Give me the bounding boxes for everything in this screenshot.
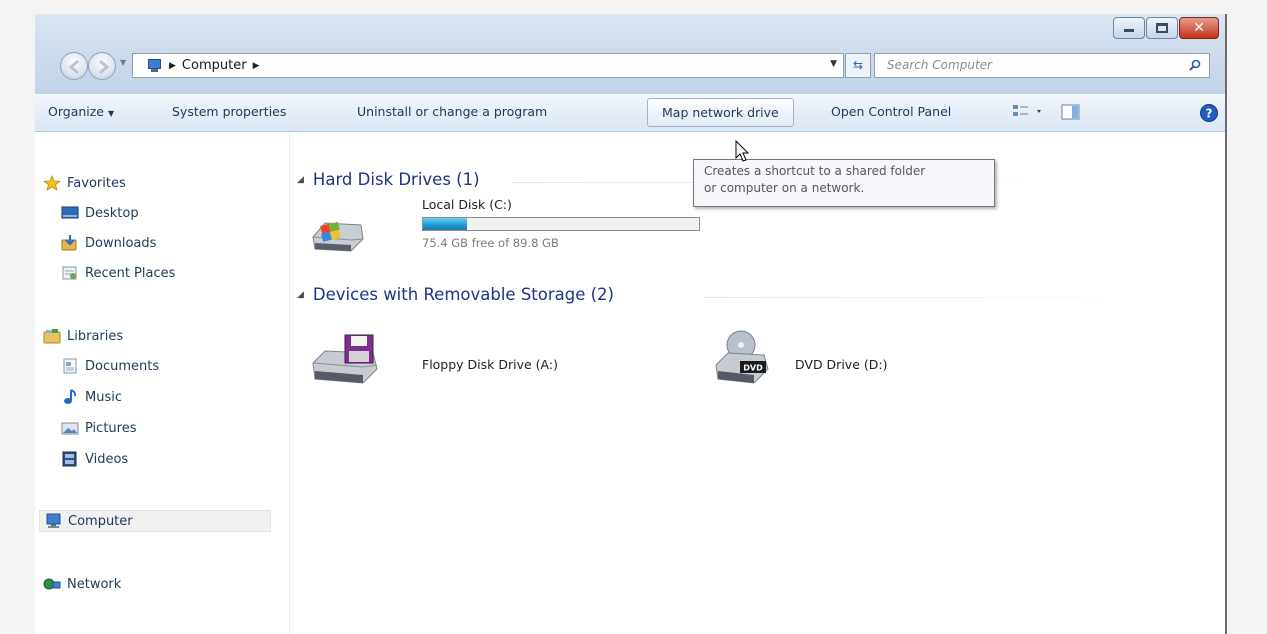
sidebar-label: Libraries <box>67 328 124 344</box>
group-title: Hard Disk Drives (1) <box>312 170 480 189</box>
mouse-cursor-icon <box>735 140 750 162</box>
preview-pane-button[interactable] <box>1061 103 1081 125</box>
close-icon: ✕ <box>1193 20 1205 36</box>
window-edge <box>1225 14 1227 634</box>
dvd-badge: DVD <box>743 364 763 373</box>
dvd-drive-icon: DVD <box>715 330 769 384</box>
sidebar-label: Network <box>67 576 122 592</box>
sidebar-item-music[interactable]: Music <box>61 389 122 405</box>
tooltip-map-network-drive: Creates a shortcut to a shared folder or… <box>693 159 995 207</box>
pictures-icon <box>61 422 79 435</box>
refresh-button[interactable]: ⇆ <box>845 53 871 78</box>
group-header-removable[interactable]: ◢ Devices with Removable Storage (2) <box>297 285 614 304</box>
capacity-bar-fill <box>423 218 468 230</box>
forward-button[interactable] <box>88 52 116 80</box>
forward-arrow-icon <box>99 59 110 75</box>
close-button[interactable]: ✕ <box>1179 17 1219 39</box>
window-controls: ✕ <box>1112 17 1219 39</box>
videos-icon <box>62 451 77 467</box>
documents-icon <box>63 358 77 374</box>
music-icon <box>64 389 77 404</box>
sidebar-item-network[interactable]: Network <box>43 576 121 592</box>
sidebar-item-downloads[interactable]: Downloads <box>61 235 156 251</box>
capacity-bar <box>422 217 700 231</box>
drive-label: Local Disk (C:) <box>422 197 512 212</box>
back-arrow-icon <box>68 59 79 75</box>
recent-places-icon <box>62 266 77 280</box>
sidebar-label: Desktop <box>85 205 139 221</box>
explorer-window: ✕ ▼ ▶ Computer ▶ ▼ ⇆ Search Computer Org… <box>35 14 1225 634</box>
sidebar-label: Documents <box>85 358 160 374</box>
search-icon[interactable] <box>1189 59 1201 71</box>
restore-icon <box>1156 23 1168 33</box>
sidebar-item-pictures[interactable]: Pictures <box>61 420 136 436</box>
sidebar-item-documents[interactable]: Documents <box>61 358 159 374</box>
tooltip-line: or computer on a network. <box>704 181 865 195</box>
sidebar-item-desktop[interactable]: Desktop <box>61 205 139 221</box>
sidebar-label: Pictures <box>85 420 137 436</box>
system-properties-button[interactable]: System properties <box>172 104 286 119</box>
collapse-icon[interactable]: ◢ <box>297 175 304 185</box>
computer-icon <box>145 58 163 73</box>
organize-button[interactable]: Organize ▼ <box>48 104 114 119</box>
drive-label: Floppy Disk Drive (A:) <box>422 357 558 372</box>
chevron-down-icon: ▼ <box>107 109 115 118</box>
sidebar-item-computer[interactable]: Computer <box>39 510 271 532</box>
collapse-icon[interactable]: ◢ <box>297 290 304 300</box>
command-bar: Organize ▼ System properties Uninstall o… <box>35 94 1225 132</box>
refresh-icon: ⇆ <box>852 58 864 72</box>
drive-free-space: 75.4 GB free of 89.8 GB <box>422 236 559 250</box>
floppy-drive-icon <box>312 334 378 384</box>
navigation-pane: Favorites Desktop Downloads Recent Place… <box>35 133 290 634</box>
sidebar-item-libraries[interactable]: Libraries <box>43 328 123 344</box>
star-icon <box>43 175 61 191</box>
view-options-icon <box>1013 105 1041 116</box>
preview-pane-icon <box>1061 104 1080 120</box>
group-title: Devices with Removable Storage (2) <box>312 285 614 304</box>
organize-label: Organize <box>48 104 104 119</box>
downloads-icon <box>61 235 77 251</box>
search-input[interactable]: Search Computer <box>874 53 1210 78</box>
uninstall-program-button[interactable]: Uninstall or change a program <box>357 104 547 119</box>
sidebar-label: Recent Places <box>85 265 176 281</box>
address-dropdown-icon[interactable]: ▼ <box>830 59 837 69</box>
tooltip-line: Creates a shortcut to a shared folder <box>704 164 926 178</box>
sidebar-item-videos[interactable]: Videos <box>61 451 128 467</box>
drive-label: DVD Drive (D:) <box>795 357 888 372</box>
group-divider <box>703 297 1203 298</box>
svg-text:?: ? <box>1206 107 1213 121</box>
network-icon <box>43 578 61 590</box>
minimize-icon <box>1124 28 1134 32</box>
help-icon: ? <box>1200 104 1218 122</box>
open-control-panel-button[interactable]: Open Control Panel <box>831 104 951 119</box>
help-button[interactable]: ? <box>1199 103 1219 127</box>
sidebar-label: Favorites <box>67 175 126 191</box>
sidebar-item-favorites[interactable]: Favorites <box>43 175 126 191</box>
title-bar: ✕ ▼ ▶ Computer ▶ ▼ ⇆ Search Computer <box>35 14 1225 94</box>
hard-drive-icon <box>312 221 364 252</box>
maximize-button[interactable] <box>1146 17 1178 39</box>
minimize-button[interactable] <box>1113 17 1145 39</box>
sidebar-item-recent-places[interactable]: Recent Places <box>61 265 175 281</box>
sidebar-label: Computer <box>68 513 133 529</box>
sidebar-label: Music <box>85 389 122 405</box>
libraries-icon <box>43 329 61 344</box>
map-network-drive-button[interactable]: Map network drive <box>647 98 794 127</box>
content-pane: ◢ Hard Disk Drives (1) Local Disk (C:) 7… <box>291 133 1225 634</box>
desktop-icon <box>61 206 79 219</box>
sidebar-label: Downloads <box>85 235 157 251</box>
computer-icon <box>46 513 61 528</box>
breadcrumb-separator-icon[interactable]: ▶ <box>253 61 260 71</box>
breadcrumb-computer[interactable]: Computer <box>182 58 247 73</box>
sidebar-label: Videos <box>85 451 129 467</box>
recent-pages-dropdown[interactable]: ▼ <box>120 58 126 67</box>
breadcrumb-separator-icon[interactable]: ▶ <box>169 61 176 71</box>
search-placeholder: Search Computer <box>887 58 992 72</box>
change-view-button[interactable] <box>1012 103 1046 125</box>
group-header-hard-disk[interactable]: ◢ Hard Disk Drives (1) <box>297 170 480 189</box>
back-button[interactable] <box>60 52 88 80</box>
address-bar[interactable]: ▶ Computer ▶ ▼ <box>132 53 844 78</box>
